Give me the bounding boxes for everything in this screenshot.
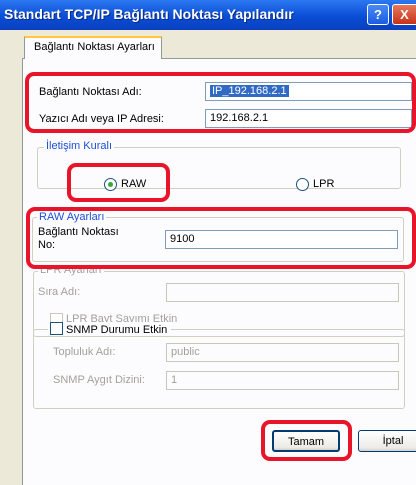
snmp-enabled-checkbox[interactable] — [50, 322, 63, 335]
tab-port-settings[interactable]: Bağlantı Noktası Ayarları — [24, 36, 162, 59]
protocol-group — [37, 147, 401, 189]
port-name-value: IP_192.168.2.1 — [210, 85, 289, 97]
ok-button[interactable]: Tamam — [272, 430, 340, 452]
community-name-label: Topluluk Adı: — [53, 346, 116, 358]
lpr-radio-label: LPR — [313, 178, 335, 190]
port-number-label-2: No: — [38, 239, 56, 251]
snmp-device-index-input[interactable]: 1 — [166, 371, 399, 390]
community-name-value: public — [171, 346, 200, 358]
lpr-settings-legend: LPR Ayarları — [38, 264, 104, 276]
radio-selected-dot — [108, 182, 113, 187]
cancel-button[interactable]: İptal — [358, 430, 416, 452]
port-name-input[interactable]: IP_192.168.2.1 — [205, 82, 412, 101]
snmp-group — [33, 329, 405, 409]
printer-address-value: 192.168.2.1 — [210, 112, 269, 124]
printer-address-label: Yazıcı Adı veya IP Adresi: — [39, 113, 164, 125]
help-button[interactable]: ? — [367, 4, 389, 25]
title-bar: Standart TCP/IP Bağlantı Noktası Yapılan… — [0, 0, 416, 30]
raw-radio[interactable] — [104, 178, 117, 191]
raw-radio-label: RAW — [121, 178, 147, 190]
window-title: Standart TCP/IP Bağlantı Noktası Yapılan… — [4, 6, 294, 22]
queue-name-label: Sıra Adı: — [38, 286, 81, 298]
printer-address-input[interactable]: 192.168.2.1 — [205, 109, 412, 128]
port-number-input[interactable]: 9100 — [165, 230, 398, 249]
community-name-input[interactable]: public — [166, 343, 399, 362]
snmp-device-index-label: SNMP Aygıt Dizini: — [53, 374, 145, 386]
lpr-radio[interactable] — [296, 178, 309, 191]
raw-settings-legend: RAW Ayarları — [37, 211, 107, 223]
queue-name-input[interactable] — [166, 283, 399, 302]
port-number-value: 9100 — [170, 233, 195, 245]
snmp-legend: SNMP Durumu Etkin — [48, 322, 172, 336]
snmp-enabled-label: SNMP Durumu Etkin — [66, 324, 168, 336]
port-number-label: Bağlantı Noktası — [38, 226, 119, 238]
protocol-legend: İletişim Kuralı — [44, 140, 115, 152]
close-button[interactable]: X — [392, 4, 416, 25]
port-name-label: Bağlantı Noktası Adı: — [39, 86, 142, 98]
snmp-device-index-value: 1 — [171, 374, 178, 386]
